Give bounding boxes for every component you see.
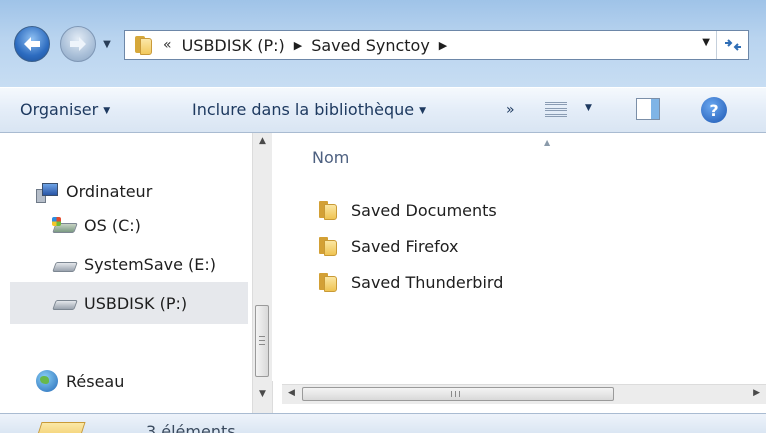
file-name: Saved Documents: [351, 200, 497, 220]
network-icon: [36, 370, 58, 392]
nav-item-usbdisk-drive[interactable]: USBDISK (P:): [10, 282, 248, 324]
drive-icon: [52, 257, 78, 273]
file-name: Saved Thunderbird: [351, 272, 504, 292]
address-dropdown[interactable]: ▼: [702, 37, 710, 48]
view-options-dropdown[interactable]: ▼: [585, 103, 592, 113]
scrollbar-thumb[interactable]: [255, 305, 269, 377]
breadcrumb-separator[interactable]: ▶: [439, 39, 447, 52]
nav-item-systemsave-drive[interactable]: SystemSave (E:): [52, 255, 217, 274]
chevron-down-icon: ▼: [419, 106, 427, 116]
breadcrumb-usbdisk[interactable]: USBDISK (P:): [182, 36, 285, 55]
folder-icon: [318, 272, 338, 292]
include-in-library-button[interactable]: Inclure dans la bibliothèque ▼: [192, 100, 426, 119]
preview-pane-button[interactable]: [636, 98, 660, 120]
nav-item-os-drive[interactable]: OS (C:): [52, 216, 141, 235]
recent-pages-dropdown[interactable]: ▼: [100, 36, 114, 52]
breadcrumb-saved-synctoy[interactable]: Saved Synctoy: [311, 36, 430, 55]
back-button[interactable]: [14, 26, 50, 62]
address-bar[interactable]: « USBDISK (P:) ▶ Saved Synctoy ▶ ▼: [124, 30, 749, 60]
folder-icon: [318, 236, 338, 256]
nav-item-computer[interactable]: Ordinateur: [36, 182, 153, 203]
more-commands-button[interactable]: »: [506, 102, 515, 118]
organise-button[interactable]: Organiser ▼: [20, 100, 110, 119]
breadcrumb-separator[interactable]: ▶: [294, 39, 302, 52]
sort-ascending-icon: ▲: [544, 138, 551, 147]
usb-drive-icon: [52, 295, 78, 311]
back-arrow-icon: [24, 37, 40, 51]
include-label: Inclure dans la bibliothèque: [192, 100, 415, 119]
chevron-down-icon: ▼: [103, 106, 111, 116]
file-list-horizontal-scrollbar[interactable]: ◀ ▶: [282, 384, 766, 404]
nav-item-label: Réseau: [66, 371, 125, 391]
scroll-down-arrow-icon[interactable]: ▼: [253, 389, 272, 399]
nav-item-network[interactable]: Réseau: [36, 370, 124, 392]
computer-icon: [36, 182, 58, 203]
nav-item-label: SystemSave (E:): [84, 255, 217, 274]
scroll-up-arrow-icon[interactable]: ▲: [253, 136, 272, 146]
refresh-button[interactable]: [716, 31, 748, 59]
nav-item-label: USBDISK (P:): [84, 293, 188, 313]
forward-button[interactable]: [60, 26, 96, 62]
title-bar: ▼ « USBDISK (P:) ▶ Saved Synctoy ▶ ▼: [0, 0, 766, 87]
refresh-icon: [724, 39, 741, 51]
scroll-right-arrow-icon[interactable]: ▶: [753, 388, 760, 398]
os-drive-icon: [52, 216, 78, 234]
folder-icon: [133, 35, 153, 55]
item-count: 3 éléments: [146, 422, 236, 433]
column-header-name[interactable]: Nom: [312, 148, 349, 167]
help-button[interactable]: ?: [701, 97, 727, 123]
preview-pane-icon: [651, 99, 659, 119]
scrollbar-thumb[interactable]: [302, 387, 614, 401]
list-item[interactable]: Saved Documents: [318, 200, 497, 220]
change-view-button[interactable]: [545, 100, 567, 120]
details-pane: 3 éléments: [0, 413, 766, 433]
folder-icon: [318, 200, 338, 220]
breadcrumb-overflow[interactable]: «: [163, 37, 172, 53]
file-name: Saved Firefox: [351, 236, 459, 256]
list-item[interactable]: Saved Thunderbird: [318, 272, 503, 292]
navigation-pane-scrollbar[interactable]: ▲ ▼: [252, 133, 273, 413]
scroll-left-arrow-icon[interactable]: ◀: [288, 388, 295, 398]
list-item[interactable]: Saved Firefox: [318, 236, 458, 256]
file-list: [272, 133, 766, 381]
nav-item-label: OS (C:): [84, 216, 141, 235]
organise-label: Organiser: [20, 100, 99, 119]
folder-icon: [34, 422, 86, 433]
forward-arrow-icon: [70, 37, 86, 51]
nav-item-label: Ordinateur: [66, 182, 153, 201]
command-bar: Organiser ▼ Inclure dans la bibliothèque ▼…: [0, 87, 766, 133]
